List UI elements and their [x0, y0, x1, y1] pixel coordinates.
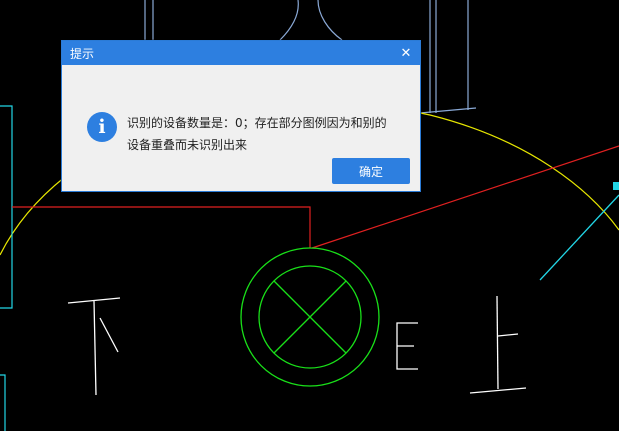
cyan-leader-right [539, 182, 619, 281]
info-icon: i [87, 112, 117, 142]
close-icon[interactable]: ✕ [398, 45, 414, 61]
device-symbol [240, 247, 380, 387]
dialog-titlebar[interactable]: 提示 ✕ [62, 41, 420, 65]
message-line-2: 设备重叠而未识别出来 [127, 138, 248, 152]
message-line-1: 识别的设备数量是：0；存在部分图例因为和别的 [127, 116, 387, 130]
ok-button[interactable]: 确定 [332, 158, 410, 184]
cad-text-e [396, 322, 418, 370]
dialog-title: 提示 [70, 46, 95, 61]
cad-text-xia [67, 297, 121, 396]
cad-text-shang [469, 295, 527, 394]
dialog-message: 识别的设备数量是：0；存在部分图例因为和别的 设备重叠而未识别出来 [127, 112, 397, 156]
cyan-frames-left [0, 105, 13, 431]
